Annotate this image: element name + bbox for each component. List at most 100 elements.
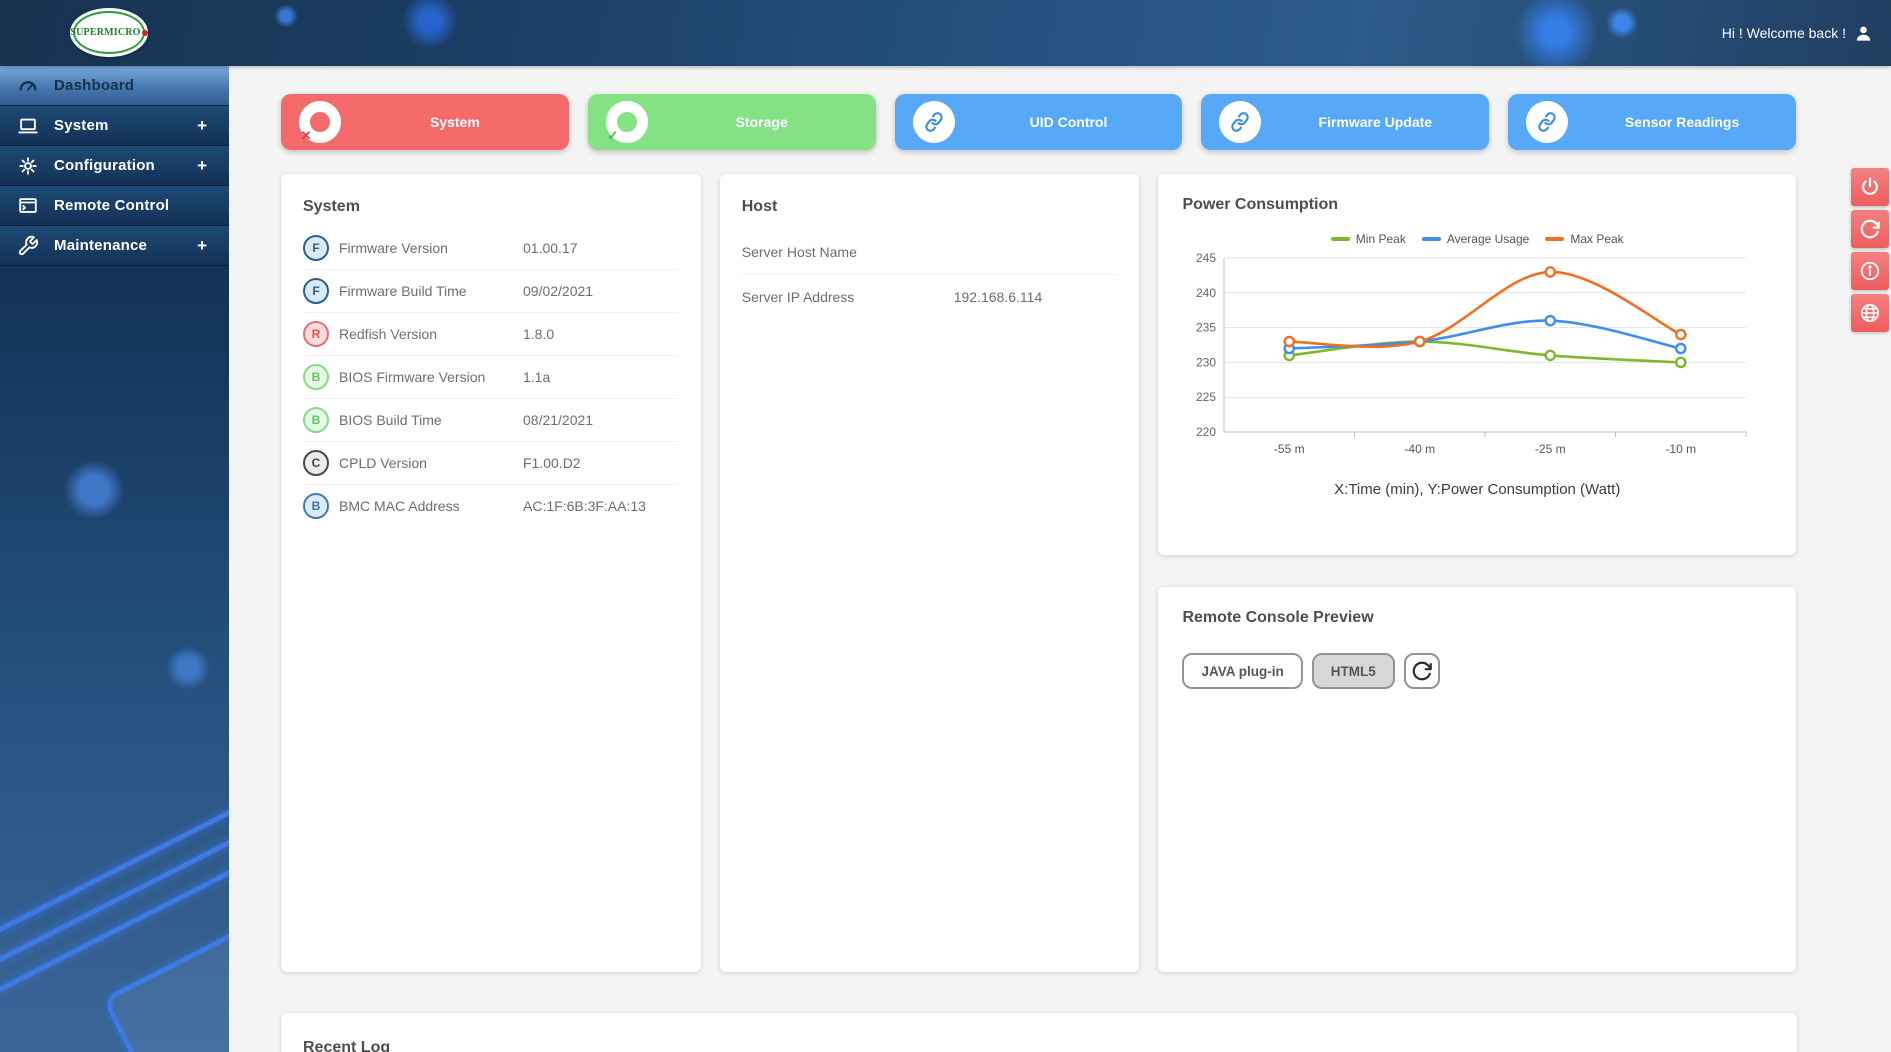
user-menu[interactable]: Hi ! Welcome back !: [1722, 0, 1873, 66]
link-icon: [1216, 98, 1265, 146]
sidebar-item-system[interactable]: System +: [0, 106, 229, 146]
svg-text:235: 235: [1196, 321, 1216, 335]
laptop-icon: [16, 114, 40, 138]
network-button[interactable]: [1851, 294, 1889, 332]
logo-text: SUPERMICRO: [70, 27, 141, 38]
link-icon: [1523, 98, 1571, 146]
bmc-badge-icon: B: [303, 493, 329, 519]
legend-item[interactable]: Max Peak: [1545, 232, 1624, 246]
card-title: System: [303, 198, 360, 215]
quick-button-label: System: [429, 114, 480, 130]
bios-badge-icon: B: [303, 364, 329, 390]
gear-icon: [16, 154, 40, 178]
sidebar-item-configuration[interactable]: Configuration +: [0, 146, 229, 186]
sidebar-item-label: System: [54, 117, 109, 134]
svg-text:-10 m: -10 m: [1666, 442, 1697, 456]
java-plugin-button[interactable]: JAVA plug-in: [1182, 653, 1303, 689]
sidebar-item-label: Dashboard: [54, 77, 135, 94]
quick-button-label: Firmware Update: [1318, 114, 1433, 130]
legend-label: Max Peak: [1570, 232, 1624, 246]
system-row-firmware-version: F Firmware Version 01.00.17: [303, 226, 679, 269]
card-title: Host: [741, 198, 778, 215]
uid-control-button[interactable]: UID Control: [894, 94, 1183, 150]
legend-swatch: [1421, 237, 1441, 241]
globe-icon: [1860, 303, 1880, 323]
power-icon: [1862, 177, 1878, 195]
sidebar-item-maintenance[interactable]: Maintenance +: [0, 226, 229, 266]
system-status-button[interactable]: ✕ System: [281, 94, 569, 150]
expand-plus-icon: +: [197, 235, 207, 255]
firmware-badge-icon: F: [303, 234, 329, 261]
row-value: 09/02/2021: [523, 283, 594, 299]
legend-swatch: [1545, 237, 1565, 241]
logo-dot: [141, 29, 148, 36]
wrench-icon: [16, 234, 40, 258]
sidebar: Dashboard System + Configuration + Remot…: [0, 66, 229, 1052]
system-row-bmc-mac-address: B BMC MAC Address AC:1F:6B:3F:AA:13: [303, 484, 679, 527]
redfish-badge-icon: R: [303, 321, 329, 347]
storage-status-button[interactable]: ✓ Storage: [587, 94, 876, 150]
sidebar-item-label: Configuration: [54, 157, 155, 174]
top-navbar: SUPERMICRO Hi ! Welcome back !: [0, 0, 1891, 66]
svg-text:-55 m: -55 m: [1274, 442, 1305, 456]
svg-text:220: 220: [1196, 425, 1216, 439]
refresh-button[interactable]: [1851, 210, 1889, 248]
row-value: 1.1a: [523, 369, 551, 385]
legend-item[interactable]: Average Usage: [1421, 232, 1530, 246]
row-value: 1.8.0: [523, 326, 555, 342]
legend-label: Average Usage: [1446, 232, 1530, 246]
sidebar-item-dashboard[interactable]: Dashboard: [0, 66, 229, 106]
card-title: Power Consumption: [1182, 196, 1339, 213]
system-card: System F Firmware Version 01.00.17 F Fir…: [281, 174, 701, 972]
terminal-icon: [16, 194, 40, 218]
supermicro-logo[interactable]: SUPERMICRO: [70, 8, 148, 57]
expand-plus-icon: +: [197, 155, 207, 175]
console-refresh-button[interactable]: [1403, 653, 1440, 689]
sidebar-item-label: Remote Control: [54, 197, 170, 214]
svg-text:245: 245: [1196, 251, 1216, 265]
row-value: 01.00.17: [523, 239, 578, 256]
svg-text:240: 240: [1196, 286, 1216, 300]
welcome-text: Hi ! Welcome back !: [1721, 25, 1846, 41]
html5-button[interactable]: HTML5: [1311, 653, 1395, 689]
row-value: 192.168.6.114: [953, 288, 1043, 305]
card-title: Recent Log: [303, 1039, 391, 1052]
sidebar-item-remote-control[interactable]: Remote Control: [0, 186, 229, 226]
sidebar-circuit-decoration: [0, 738, 229, 1052]
firmware-badge-icon: F: [303, 278, 329, 304]
ring-check-icon: ✓: [605, 101, 648, 143]
power-consumption-chart: 220 225 230 235 240 245 -55 m -40 m -25 m -10 m: [1182, 250, 1772, 471]
row-value: 08/21/2021: [523, 412, 594, 428]
power-control-button[interactable]: [1851, 168, 1889, 206]
info-button[interactable]: [1851, 252, 1889, 290]
system-row-firmware-build-time: F Firmware Build Time 09/02/2021: [303, 269, 679, 312]
quick-button-label: UID Control: [1029, 114, 1108, 130]
recent-log-card: Recent Log: [281, 1013, 1797, 1052]
chart-axis-caption: X:Time (min), Y:Power Consumption (Watt): [1334, 481, 1621, 498]
system-row-bios-firmware-version: B BIOS Firmware Version 1.1a: [303, 355, 679, 398]
power-consumption-card: Power Consumption Min Peak Average Usage M…: [1158, 174, 1797, 555]
system-row-redfish-version: R Redfish Version 1.8.0: [303, 312, 679, 355]
side-action-panel: [1851, 168, 1889, 332]
legend-swatch: [1330, 237, 1350, 241]
sidebar-item-label: Maintenance: [54, 237, 148, 254]
chart-legend: Min Peak Average Usage Max Peak: [1182, 232, 1772, 246]
main-content: ✕ System ✓ Storage UID Control Firmware …: [229, 66, 1891, 1052]
firmware-update-button[interactable]: Firmware Update: [1201, 94, 1490, 150]
svg-text:230: 230: [1196, 355, 1216, 369]
quick-actions-row: ✕ System ✓ Storage UID Control Firmware …: [281, 94, 1796, 150]
legend-item[interactable]: Min Peak: [1330, 232, 1406, 246]
remote-console-card: Remote Console Preview JAVA plug-in HTML…: [1158, 587, 1797, 972]
cpld-badge-icon: C: [303, 450, 329, 476]
bios-badge-icon: B: [303, 407, 329, 433]
svg-text:-40 m: -40 m: [1405, 442, 1436, 456]
host-card: Host Server Host Name Server IP Address …: [719, 174, 1140, 972]
host-row-server-host-name: Server Host Name: [741, 244, 857, 260]
refresh-icon: [1860, 219, 1880, 239]
sensor-readings-button[interactable]: Sensor Readings: [1508, 94, 1796, 150]
quick-button-label: Storage: [735, 114, 788, 130]
row-value: F1.00.D2: [523, 455, 581, 471]
ring-cross-icon: ✕: [299, 101, 341, 143]
system-row-cpld-version: C CPLD Version F1.00.D2: [303, 441, 679, 484]
expand-plus-icon: +: [197, 115, 207, 135]
